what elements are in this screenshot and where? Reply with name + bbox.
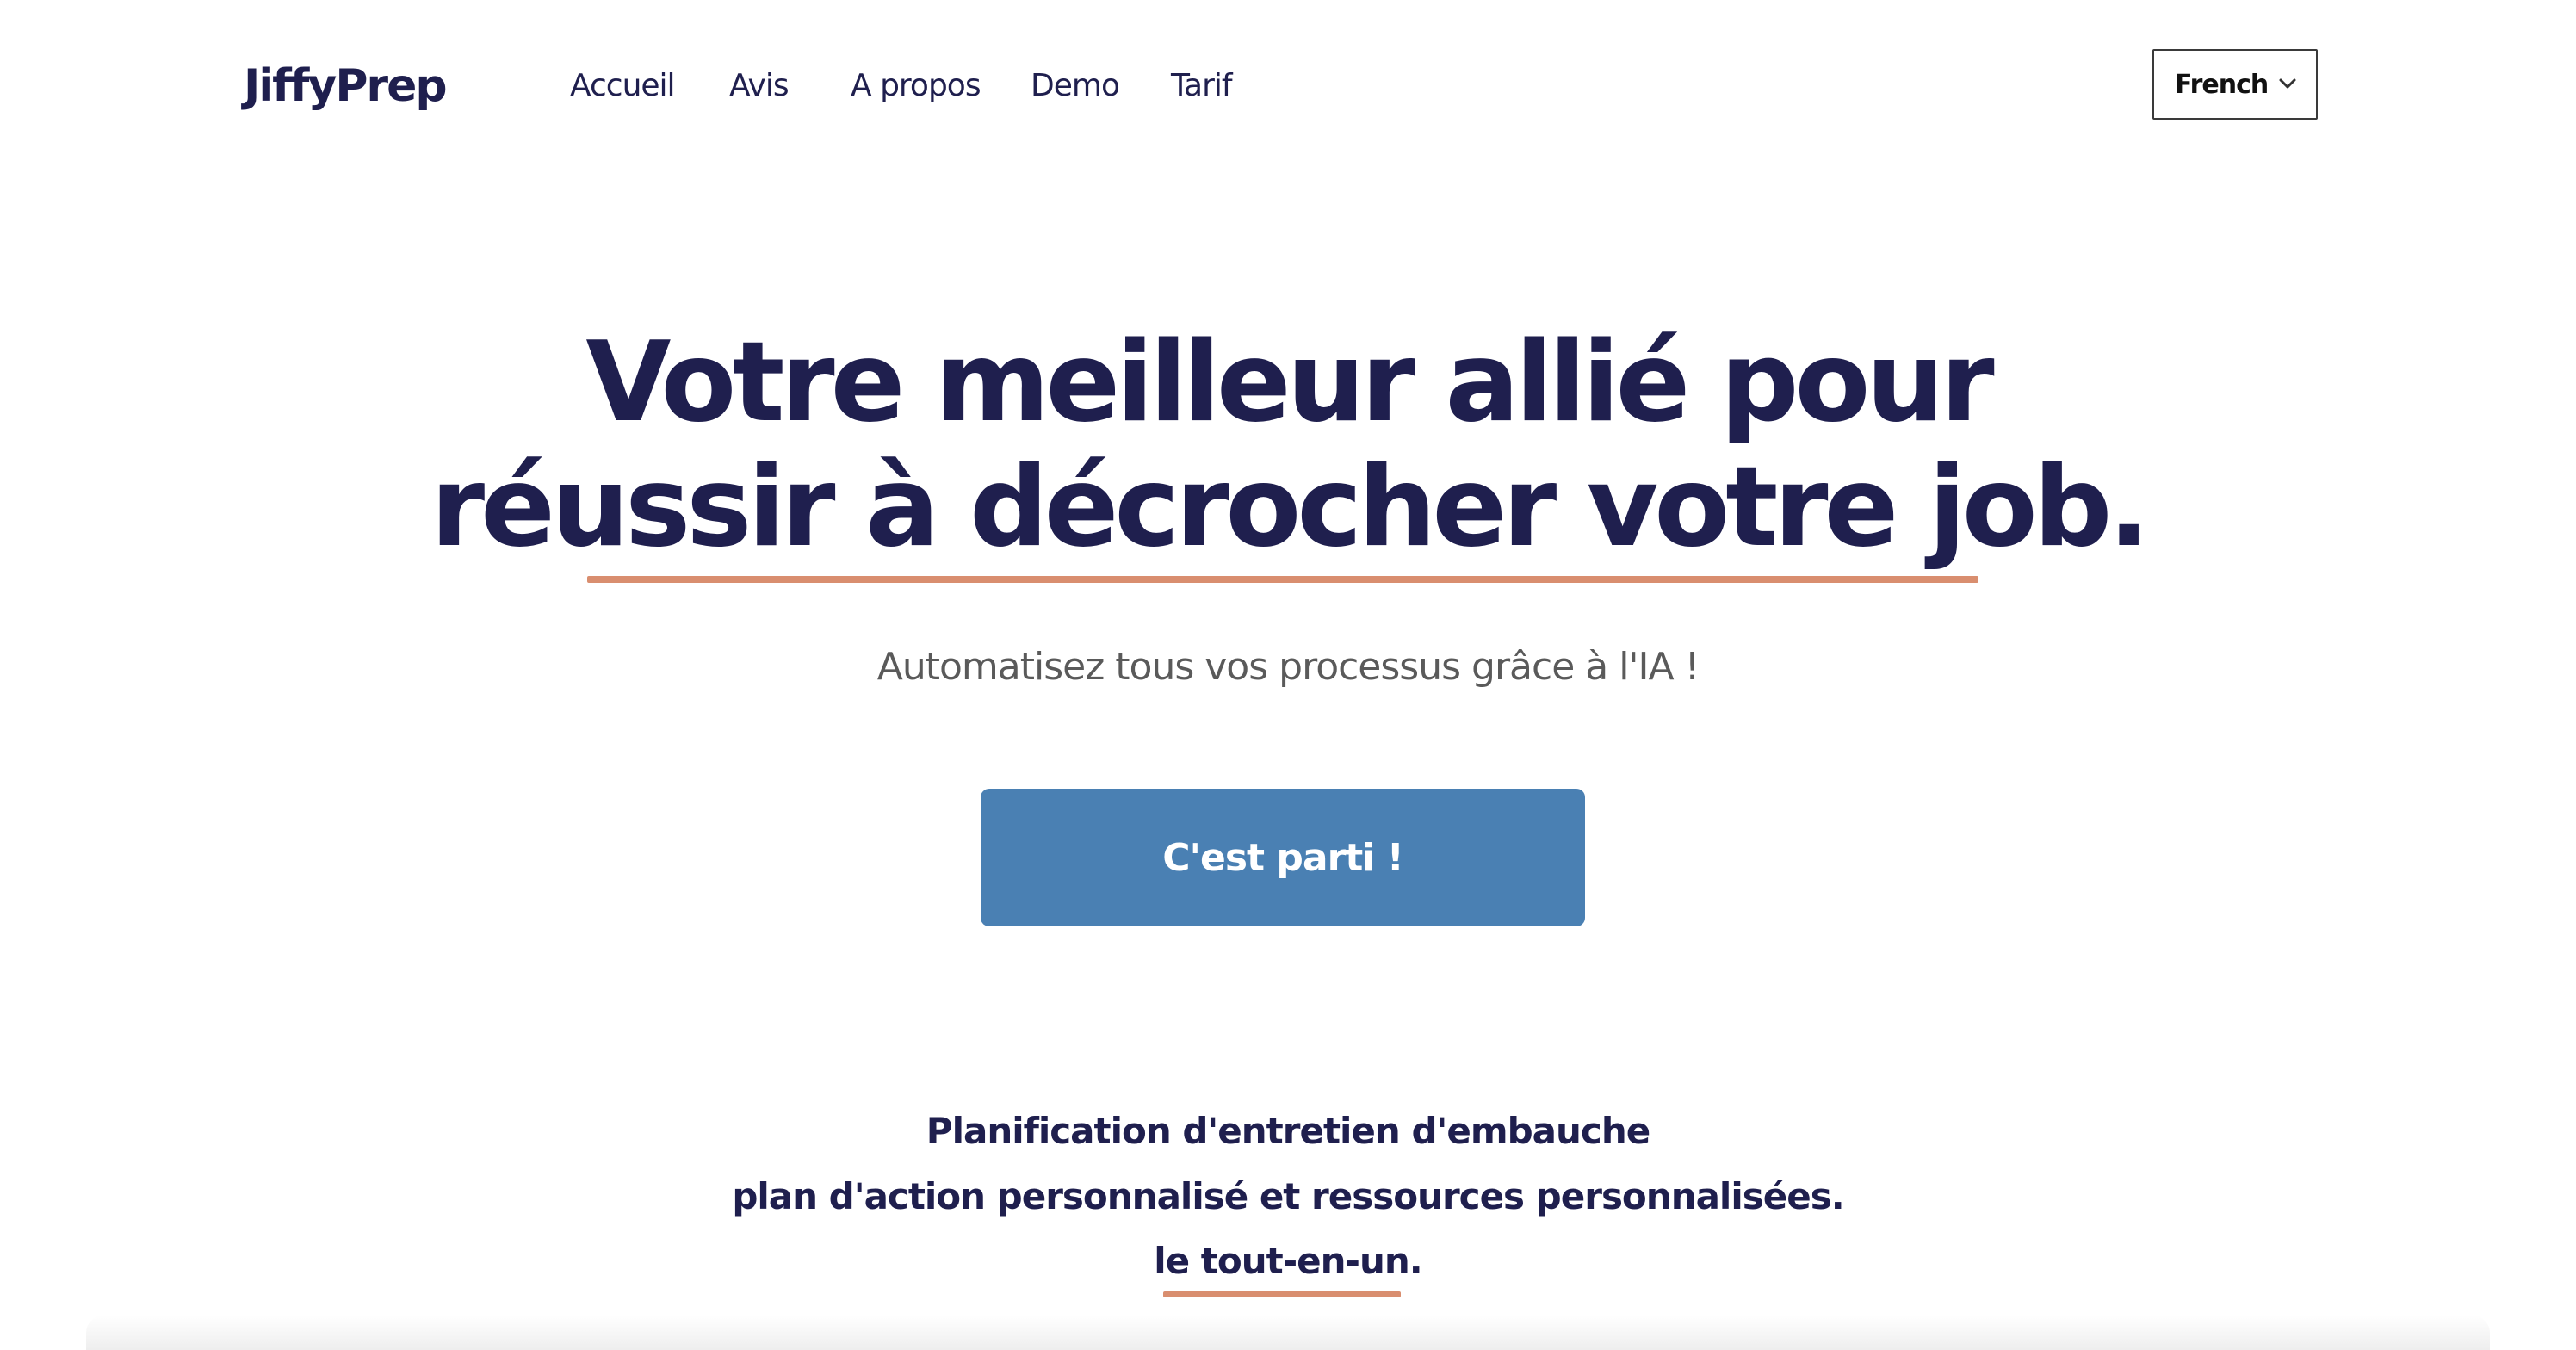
feature-underline xyxy=(1163,1291,1401,1297)
feature-line-3: le tout-en-un. xyxy=(1154,1240,1422,1282)
cta-button[interactable]: C'est parti ! xyxy=(981,789,1585,926)
next-section-edge xyxy=(86,1316,2490,1350)
language-select[interactable]: French xyxy=(2152,49,2318,120)
nav-item-avis[interactable]: Avis xyxy=(729,55,790,117)
nav-item-accueil[interactable]: Accueil xyxy=(570,55,676,117)
nav-item-demo[interactable]: Demo xyxy=(1031,55,1120,117)
hero-subtitle: Automatisez tous vos processus grâce à l… xyxy=(876,645,1700,689)
site-logo[interactable]: JiffyPrep xyxy=(244,55,448,117)
hero-headline-line1: Votre meilleur allié pour xyxy=(585,319,1994,447)
language-select-value: French xyxy=(2175,69,2269,100)
nav-item-a-propos[interactable]: A propos xyxy=(851,55,981,117)
chevron-down-icon xyxy=(2279,78,2296,89)
cta-button-label: C'est parti ! xyxy=(1162,835,1404,880)
feature-line-1: Planification d'entretien d'embauche xyxy=(926,1110,1650,1152)
feature-line-2: plan d'action personnalisé et ressources… xyxy=(732,1175,1844,1217)
headline-underline xyxy=(587,576,1978,583)
hero-headline-line2: réussir à décrocher votre job. xyxy=(430,443,2150,572)
nav-item-tarif[interactable]: Tarif xyxy=(1171,55,1233,117)
